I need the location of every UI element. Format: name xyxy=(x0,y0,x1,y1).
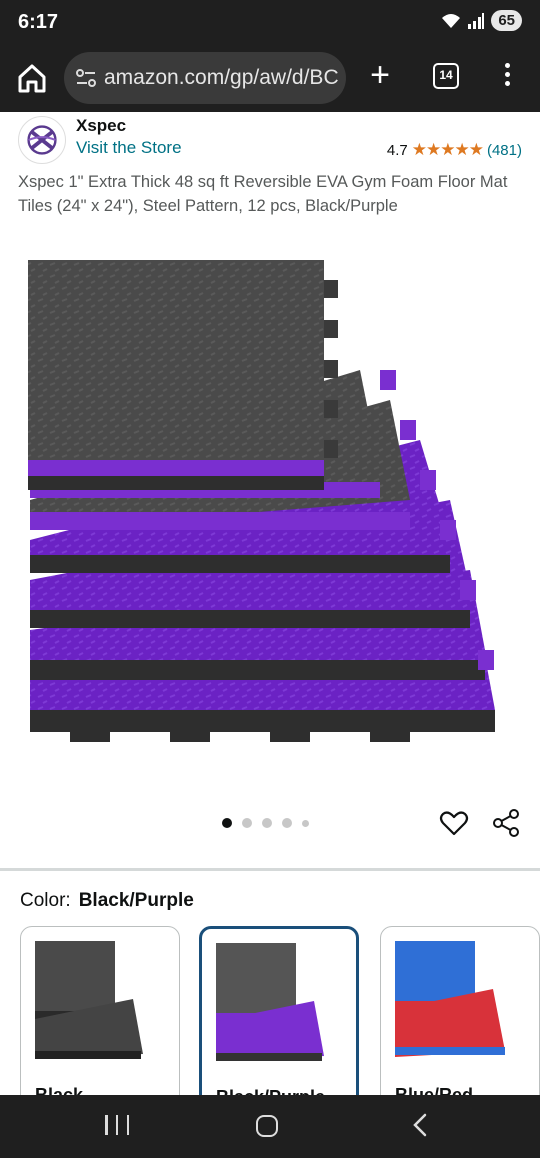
carousel-dot[interactable] xyxy=(302,819,309,827)
section-divider xyxy=(0,868,540,871)
product-image[interactable] xyxy=(0,250,540,770)
wifi-icon xyxy=(442,13,461,28)
image-carousel-dots[interactable] xyxy=(222,818,309,828)
overflow-menu-icon[interactable] xyxy=(497,60,517,92)
swatch-image xyxy=(35,941,143,1059)
color-option-black[interactable]: Black xyxy=(20,926,180,1116)
brand-logo-icon[interactable] xyxy=(18,116,66,164)
status-bar: 6:17 65 xyxy=(0,0,540,46)
home-icon[interactable] xyxy=(14,60,50,96)
status-time: 6:17 xyxy=(18,11,59,33)
signal-icon xyxy=(468,12,485,29)
rating-summary[interactable]: 4.7 ★★★★★ (481) xyxy=(387,140,522,160)
nav-home-icon[interactable] xyxy=(256,1115,278,1137)
carousel-dot[interactable] xyxy=(242,818,252,828)
heart-icon[interactable] xyxy=(439,808,469,838)
tabs-icon[interactable]: 14 xyxy=(433,63,459,89)
color-label-text: Color: xyxy=(20,890,71,911)
swatch-image xyxy=(395,941,505,1057)
product-title: Xspec 1" Extra Thick 48 sq ft Reversible… xyxy=(18,173,508,215)
url-text: amazon.com/gp/aw/d/BC xyxy=(104,66,339,89)
back-icon[interactable] xyxy=(410,1113,430,1137)
star-rating-icon: ★★★★★ xyxy=(411,140,484,159)
review-count-link[interactable]: (481) xyxy=(487,142,522,159)
carousel-dot[interactable] xyxy=(262,818,272,828)
color-selector-label: Color: Black/Purple xyxy=(20,890,194,912)
address-bar[interactable]: amazon.com/gp/aw/d/BC xyxy=(64,52,346,104)
new-tab-icon[interactable]: + xyxy=(364,58,396,92)
swatch-image xyxy=(216,943,324,1061)
carousel-dot[interactable] xyxy=(222,818,232,828)
brand-name: Xspec xyxy=(76,116,127,135)
battery-icon: 65 xyxy=(491,10,522,31)
status-icons: 65 xyxy=(441,10,522,31)
site-settings-icon[interactable] xyxy=(74,66,98,90)
recent-apps-icon[interactable] xyxy=(105,1115,129,1137)
visit-store-link[interactable]: Visit the Store xyxy=(76,138,182,158)
selected-color: Black/Purple xyxy=(78,890,194,911)
system-nav-bar xyxy=(0,1095,540,1158)
browser-toolbar: amazon.com/gp/aw/d/BC + 14 xyxy=(0,46,540,112)
brand-row: Xspec Visit the Store 4.7 ★★★★★ (481) xyxy=(0,112,540,168)
share-icon[interactable] xyxy=(491,808,521,838)
carousel-dot[interactable] xyxy=(282,818,292,828)
color-option-black-purple[interactable]: Black/Purple xyxy=(199,926,359,1116)
rating-value: 4.7 xyxy=(386,141,408,159)
color-option-blue-red[interactable]: Blue/Red xyxy=(380,926,540,1116)
